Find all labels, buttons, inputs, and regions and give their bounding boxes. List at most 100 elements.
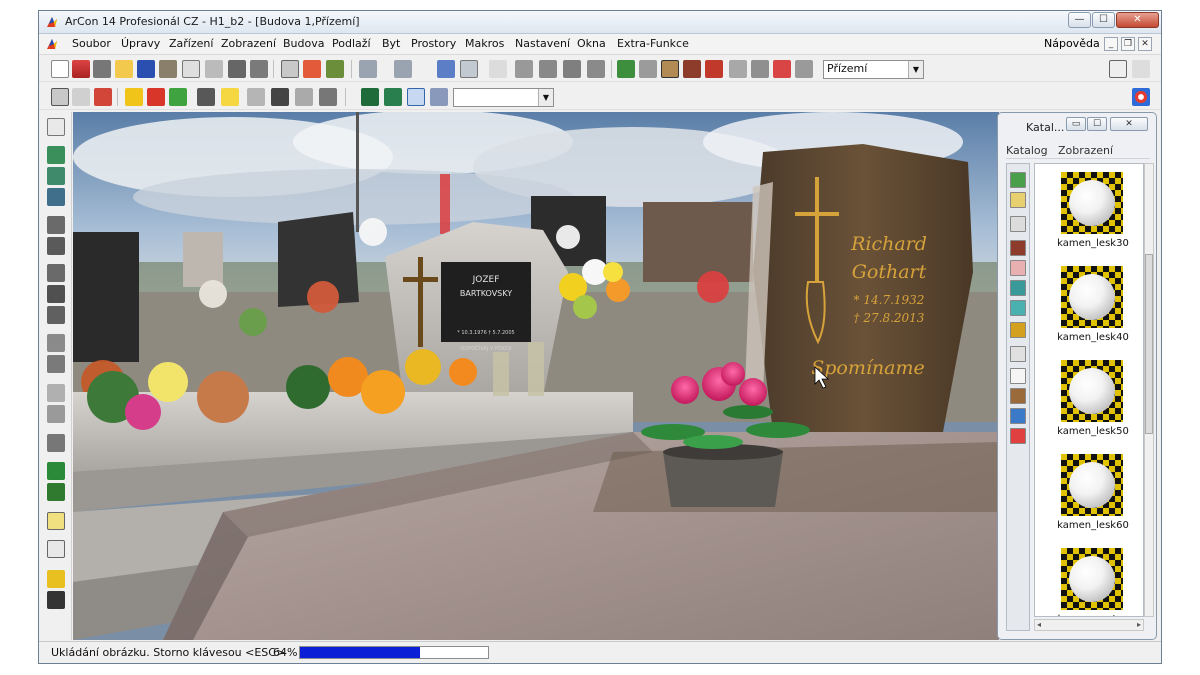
menu-upravy[interactable]: Úpravy — [121, 37, 160, 50]
house-icon[interactable] — [72, 60, 90, 78]
catalog-minimize-icon[interactable]: ▭ — [1066, 117, 1086, 131]
menu-podlazi[interactable]: Podlaží — [332, 37, 371, 50]
category-glass-icon[interactable] — [1010, 300, 1026, 316]
texture-icon[interactable] — [47, 512, 65, 530]
catalog-item[interactable]: kamen_lesk50 — [1045, 360, 1141, 454]
menu-byt[interactable]: Byt — [382, 37, 400, 50]
new-file-icon[interactable] — [51, 60, 69, 78]
menu-budova[interactable]: Budova — [283, 37, 324, 50]
house-view-icon[interactable] — [94, 88, 112, 106]
chevron-down-icon[interactable]: ▼ — [538, 89, 553, 106]
fence-icon[interactable] — [639, 60, 657, 78]
menu-zarizeni[interactable]: Zařízení — [169, 37, 213, 50]
category-tiles-icon[interactable] — [1010, 192, 1026, 208]
wand-icon[interactable] — [147, 88, 165, 106]
chimney-icon[interactable] — [795, 60, 813, 78]
menu-soubor[interactable]: Soubor — [72, 37, 111, 50]
document-menu-icon[interactable] — [45, 37, 59, 51]
category-filter-icon[interactable] — [1010, 216, 1026, 232]
category-fabrics-icon[interactable] — [1010, 260, 1026, 276]
walk-icon[interactable] — [197, 88, 215, 106]
copy-icon[interactable] — [47, 216, 65, 234]
person-icon[interactable] — [661, 60, 679, 78]
floorplan-icon[interactable] — [281, 60, 299, 78]
menu-zobrazeni[interactable]: Zobrazení — [221, 37, 276, 50]
cube-icon[interactable] — [125, 88, 143, 106]
category-doors-icon[interactable] — [1010, 240, 1026, 256]
catalog-item[interactable]: kamen_matov — [1045, 548, 1141, 616]
category-ceiling-icon[interactable] — [1010, 346, 1026, 362]
terrain-icon[interactable] — [617, 60, 635, 78]
sun-icon[interactable] — [221, 88, 239, 106]
mdi-minimize-icon[interactable]: _ — [1104, 37, 1118, 51]
stairs-icon[interactable] — [515, 60, 533, 78]
help-pointer-icon[interactable] — [1132, 60, 1150, 78]
catalog-item[interactable]: kamen_lesk40 — [1045, 266, 1141, 360]
scroll-left-icon[interactable]: ◂ — [1037, 620, 1041, 630]
arrange-icon[interactable] — [247, 88, 265, 106]
category-plants-icon[interactable] — [1010, 172, 1026, 188]
elevation-icon[interactable] — [72, 88, 90, 106]
open-folder-icon[interactable] — [115, 60, 133, 78]
bug-icon[interactable] — [47, 434, 65, 452]
mirror-icon[interactable] — [47, 237, 65, 255]
catalog-vertical-scrollbar[interactable] — [1144, 163, 1154, 617]
snap-icon[interactable] — [319, 88, 337, 106]
triangle-icon[interactable] — [47, 384, 65, 402]
color-wheel-icon[interactable] — [1132, 88, 1150, 106]
camera-path-icon[interactable] — [430, 88, 448, 106]
catalog-close-icon[interactable]: ✕ — [1110, 117, 1148, 131]
category-windows-icon[interactable] — [1010, 408, 1026, 424]
measure-icon[interactable] — [47, 355, 65, 373]
redo-icon[interactable] — [394, 60, 412, 78]
eraser-icon[interactable] — [47, 570, 65, 588]
eyedropper-icon[interactable] — [47, 462, 65, 480]
menu-okna[interactable]: Okna — [577, 37, 606, 50]
roof-icon[interactable] — [539, 60, 557, 78]
minimize-button[interactable]: — — [1068, 12, 1091, 28]
print-icon[interactable] — [205, 60, 223, 78]
import-icon[interactable] — [159, 60, 177, 78]
category-stone-icon[interactable] — [1010, 322, 1026, 338]
floor-select[interactable]: Přízemí ▼ — [823, 60, 924, 79]
scroll-right-icon[interactable]: ▸ — [1137, 620, 1141, 630]
navigate-icon[interactable] — [407, 88, 425, 106]
catalog-item[interactable]: kamen_lesk60 — [1045, 454, 1141, 548]
category-wood-icon[interactable] — [1010, 388, 1026, 404]
catalog-maximize-icon[interactable]: ☐ — [1087, 117, 1107, 131]
menu-nastaveni[interactable]: Nastavení — [515, 37, 570, 50]
rotate-icon[interactable] — [47, 264, 65, 282]
category-water-icon[interactable] — [1010, 280, 1026, 296]
people-icon[interactable] — [361, 88, 379, 106]
text-2d-icon[interactable] — [47, 540, 65, 558]
plan-switch-icon[interactable] — [326, 60, 344, 78]
catalog-horizontal-scrollbar[interactable]: ◂ ▸ — [1034, 619, 1144, 631]
bucket-icon[interactable] — [47, 483, 65, 501]
material-icon[interactable] — [169, 88, 187, 106]
grid-plan-icon[interactable] — [51, 88, 69, 106]
catalog-menu-katalog[interactable]: Katalog — [1006, 144, 1048, 157]
move-people-icon[interactable] — [384, 88, 402, 106]
list-icon[interactable] — [47, 405, 65, 423]
select-all-icon[interactable] — [47, 167, 65, 185]
scale-icon[interactable] — [47, 285, 65, 303]
menu-extra-funkce[interactable]: Extra-Funkce — [617, 37, 689, 50]
menu-napoveda[interactable]: Nápověda — [1044, 37, 1100, 50]
undo-icon[interactable] — [359, 60, 377, 78]
category-red-icon[interactable] — [1010, 428, 1026, 444]
select-window-icon[interactable] — [47, 146, 65, 164]
dimension-icon[interactable] — [489, 60, 507, 78]
3d-house-icon[interactable] — [303, 60, 321, 78]
door-icon[interactable] — [683, 60, 701, 78]
column-icon[interactable] — [729, 60, 747, 78]
beam-icon[interactable] — [751, 60, 769, 78]
slab-icon[interactable] — [587, 60, 605, 78]
catalog-book-icon[interactable] — [1109, 60, 1127, 78]
render-viewport[interactable]: JOZEF BARTKOVSKY * 10.3.1976 † 5.7.2005 … — [73, 112, 999, 640]
cube-dark-icon[interactable] — [47, 591, 65, 609]
connect-icon[interactable] — [47, 334, 65, 352]
export-icon[interactable] — [182, 60, 200, 78]
close-button[interactable]: ✕ — [1116, 12, 1159, 28]
camera-icon[interactable] — [228, 60, 246, 78]
view-select[interactable]: ▼ — [453, 88, 554, 107]
